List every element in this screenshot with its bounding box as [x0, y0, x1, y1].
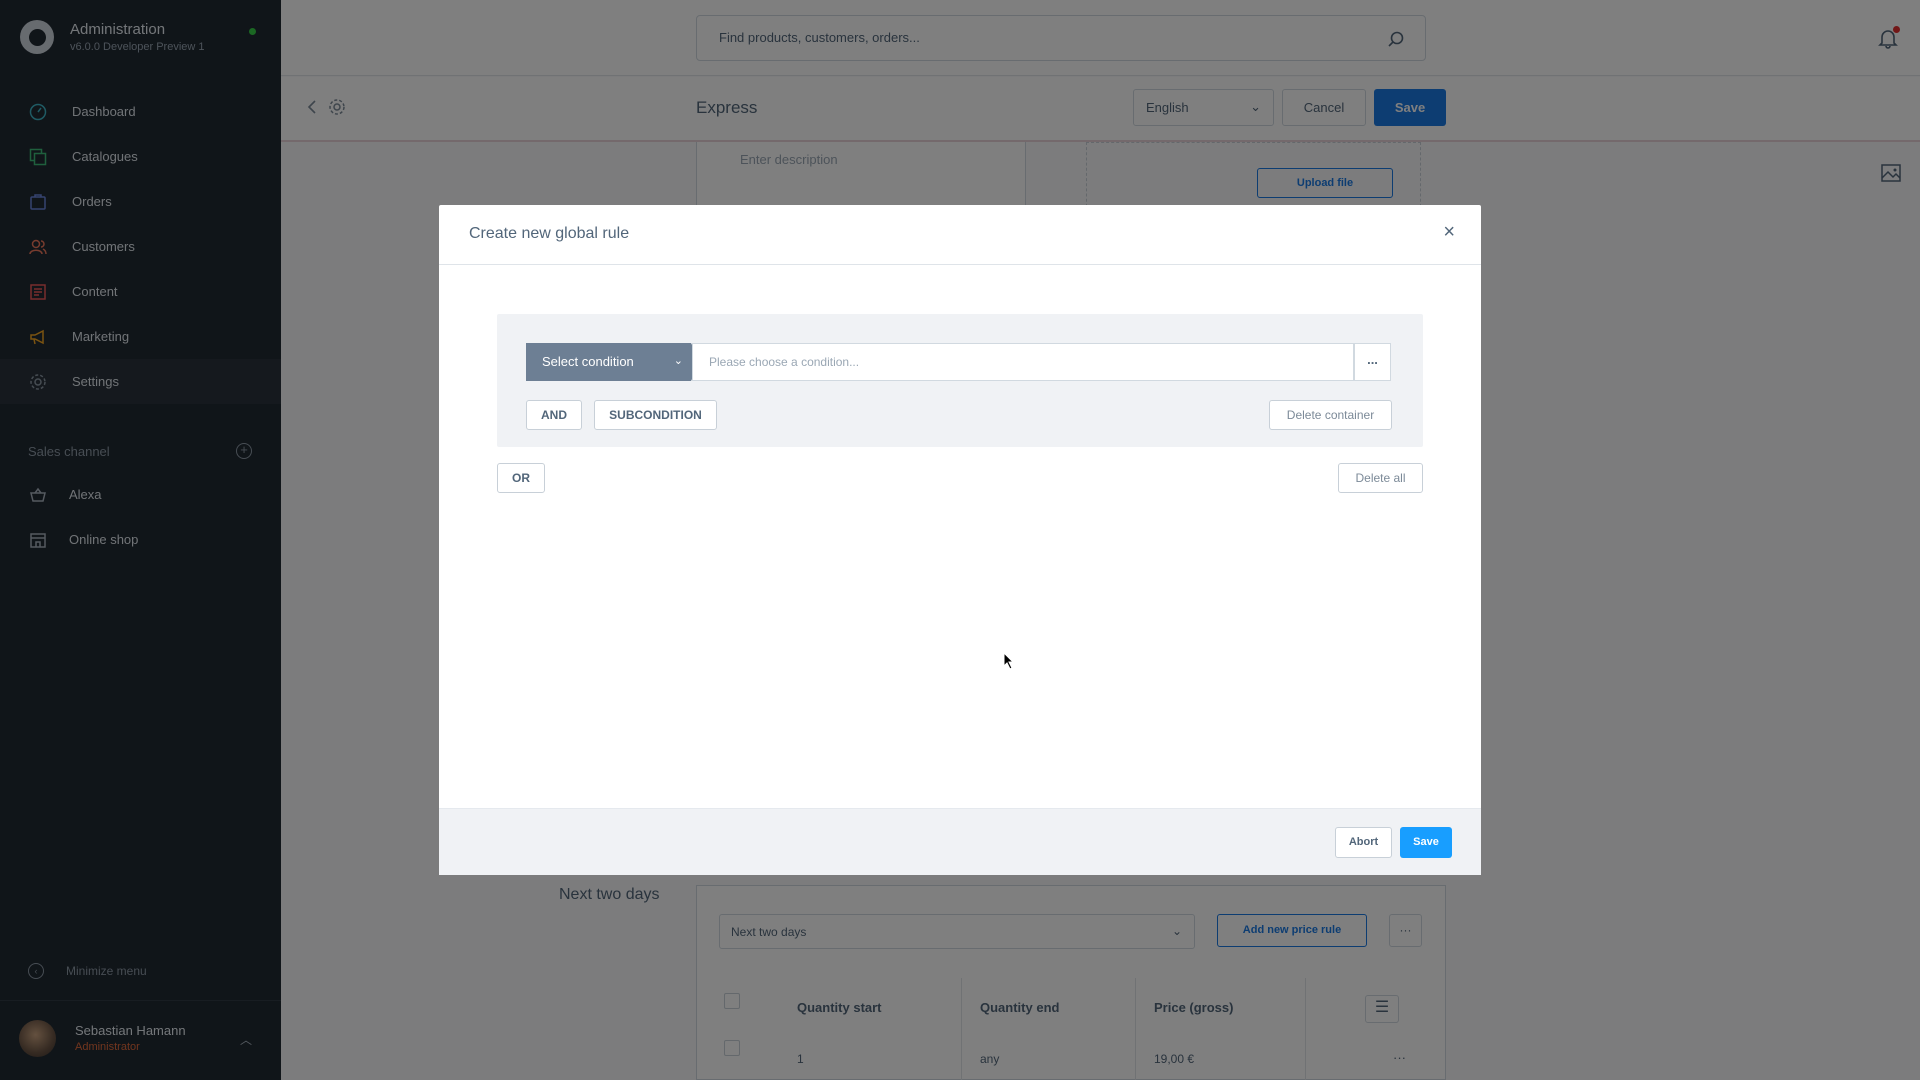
delete-container-button[interactable]: Delete container — [1269, 400, 1392, 430]
condition-value-input[interactable]: Please choose a condition... — [692, 343, 1354, 381]
and-button[interactable]: AND — [526, 400, 582, 430]
abort-button[interactable]: Abort — [1335, 827, 1392, 858]
modal-save-button[interactable]: Save — [1400, 827, 1452, 858]
chevron-down-icon: ⌄ — [673, 355, 683, 367]
modal-footer: Abort Save — [439, 808, 1481, 875]
mouse-cursor-icon — [1003, 652, 1015, 670]
select-condition-label: Select condition — [542, 354, 634, 369]
condition-container: Select condition ⌄ Please choose a condi… — [497, 314, 1423, 447]
condition-context-button[interactable]: ... — [1354, 343, 1391, 381]
create-rule-modal: Create new global rule × Select conditio… — [439, 205, 1481, 875]
modal-title: Create new global rule — [469, 225, 630, 242]
close-icon[interactable]: × — [1443, 221, 1455, 244]
delete-all-button[interactable]: Delete all — [1338, 463, 1423, 493]
subcondition-button[interactable]: SUBCONDITION — [594, 400, 717, 430]
or-button[interactable]: OR — [497, 463, 545, 493]
select-condition-dropdown[interactable]: Select condition ⌄ — [526, 343, 701, 381]
modal-header: Create new global rule × — [439, 205, 1481, 265]
